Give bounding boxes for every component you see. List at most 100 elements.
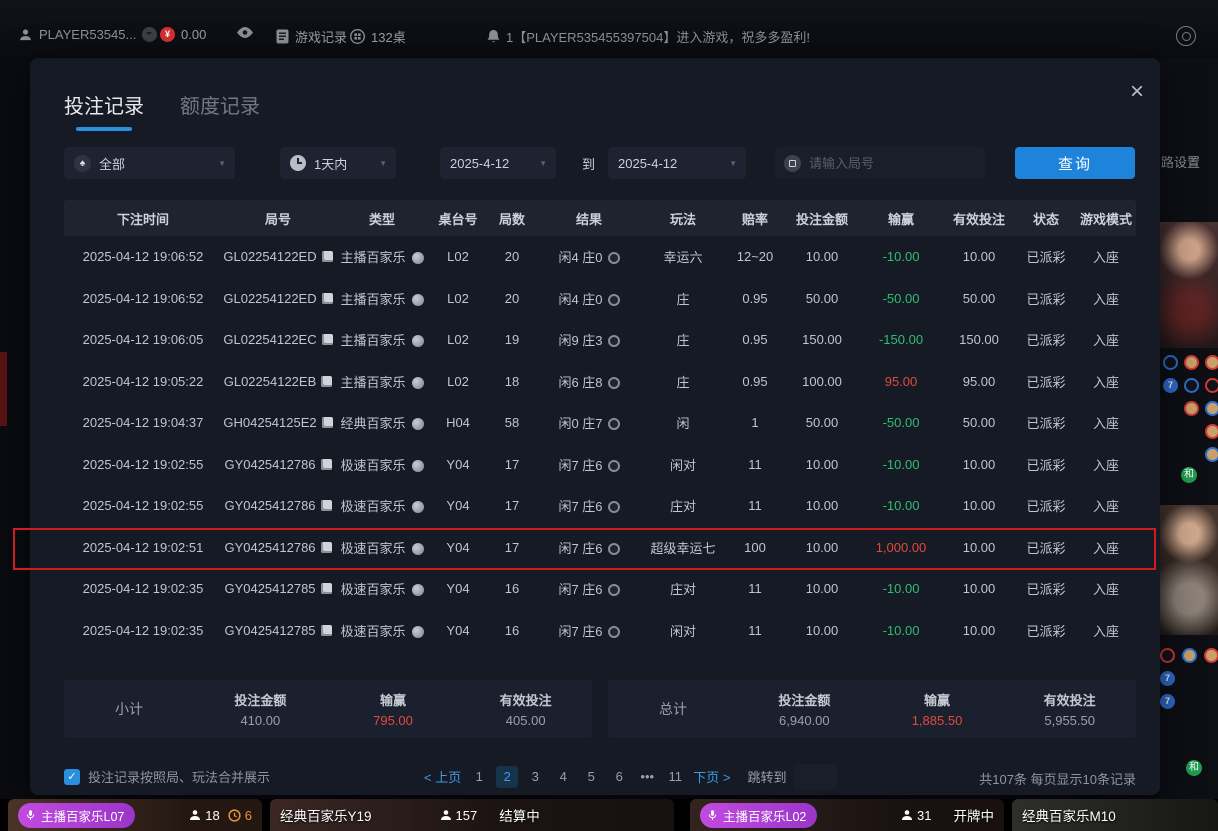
- total-winloss-label: 输赢: [871, 690, 1004, 709]
- page-button[interactable]: 4: [552, 766, 574, 788]
- copy-icon[interactable]: [321, 376, 332, 387]
- result-info-icon[interactable]: [608, 294, 620, 306]
- copy-icon[interactable]: [321, 542, 332, 553]
- game-records-label: 游戏记录: [295, 27, 347, 46]
- cell-game-mode: 入座: [1076, 247, 1136, 266]
- copy-icon[interactable]: [321, 583, 332, 594]
- road-bead-icon: [1205, 355, 1218, 370]
- balance-display[interactable]: ¥ 0.00: [160, 27, 206, 42]
- next-page-button[interactable]: 下页 >: [693, 767, 730, 786]
- cell-odds: 11: [726, 457, 784, 472]
- user-menu[interactable]: PLAYER53545...: [18, 27, 157, 42]
- result-info-icon[interactable]: [608, 460, 620, 472]
- prev-page-button[interactable]: < 上页: [424, 767, 461, 786]
- cell-round-id: GY0425412785: [222, 581, 334, 596]
- dealer-video-thumbnail[interactable]: [1160, 505, 1218, 635]
- cell-play-type: 幸运六: [640, 247, 726, 266]
- copy-icon[interactable]: [321, 625, 332, 636]
- close-icon[interactable]: ×: [1130, 80, 1144, 104]
- time-range-value: 1天内: [314, 154, 347, 173]
- cell-result: 闲0 庄7: [538, 413, 640, 432]
- date-to-picker[interactable]: 2025-4-12 ▼: [608, 147, 746, 179]
- result-info-icon[interactable]: [608, 418, 620, 430]
- page-button[interactable]: 5: [580, 766, 602, 788]
- video-tile-classic-baccarat-Y19[interactable]: 经典百家乐Y19 157 结算中: [270, 799, 674, 831]
- cell-valid-bet: 50.00: [942, 415, 1016, 430]
- column-header: 桌台号: [430, 209, 486, 228]
- cell-odds: 0.95: [726, 291, 784, 306]
- query-button[interactable]: 查询: [1015, 147, 1135, 179]
- copy-icon[interactable]: [322, 417, 333, 428]
- cell-win-loss: -50.00: [860, 415, 942, 430]
- result-info-icon[interactable]: [608, 252, 620, 264]
- result-info-icon[interactable]: [608, 501, 620, 513]
- pagination: < 上页 123456•••11 下页 > 跳转到: [424, 764, 837, 789]
- merge-checkbox[interactable]: ✓: [64, 769, 80, 785]
- subtotal-label: 小计: [64, 699, 194, 719]
- copy-icon[interactable]: [321, 500, 332, 511]
- game-type-select[interactable]: ♠ 全部 ▼: [64, 147, 235, 179]
- cell-round-no: 20: [486, 291, 538, 306]
- left-edge-graphic: [0, 352, 7, 426]
- result-info-icon[interactable]: [608, 543, 620, 555]
- cell-game-mode: 入座: [1076, 372, 1136, 391]
- page-button[interactable]: 6: [608, 766, 630, 788]
- cell-odds: 11: [726, 498, 784, 513]
- result-info-icon[interactable]: [608, 377, 620, 389]
- video-tile-classic-baccarat-M10[interactable]: 经典百家乐M10: [1012, 799, 1218, 831]
- game-records-button[interactable]: 游戏记录: [276, 27, 347, 46]
- tab-bet-records[interactable]: 投注记录: [64, 90, 144, 131]
- cell-game-type: 极速百家乐: [334, 579, 430, 598]
- cell-bet-time: 2025-04-12 19:06:05: [64, 332, 222, 347]
- copy-icon[interactable]: [321, 459, 332, 470]
- result-info-icon[interactable]: [608, 584, 620, 596]
- table-row: 2025-04-12 19:05:22 GL02254122EB 主播百家乐 L…: [64, 361, 1136, 403]
- live-badge-icon: [412, 377, 424, 389]
- cell-odds: 12~20: [726, 249, 784, 264]
- result-info-icon[interactable]: [608, 626, 620, 638]
- support-button[interactable]: [1176, 26, 1196, 46]
- total-amount: 6,940.00: [738, 713, 871, 728]
- cell-bet-amount: 10.00: [784, 540, 860, 555]
- page-button[interactable]: 2: [496, 766, 518, 788]
- cell-result: 闲7 庄6: [538, 621, 640, 640]
- page-button[interactable]: 1: [468, 766, 490, 788]
- cell-odds: 11: [726, 581, 784, 596]
- cell-status: 已派彩: [1016, 496, 1076, 515]
- result-info-icon[interactable]: [608, 335, 620, 347]
- road-bead-icon: [1184, 355, 1199, 370]
- cell-game-type: 主播百家乐: [334, 330, 430, 349]
- total-box: 总计 投注金额6,940.00 输赢1,885.50 有效投注5,955.50: [608, 680, 1136, 738]
- column-header: 投注金额: [784, 209, 860, 228]
- table-count-label: 132桌: [371, 27, 406, 46]
- table-count-button[interactable]: 132桌: [350, 27, 406, 46]
- table-row: 2025-04-12 19:06:52 GL02254122ED 主播百家乐 L…: [64, 236, 1136, 278]
- cell-round-id: GH04254125E2: [222, 415, 334, 430]
- jump-page-input[interactable]: [793, 764, 837, 789]
- road-settings-button[interactable]: 路设置: [1161, 152, 1218, 171]
- road-bead-icon: [1205, 401, 1218, 416]
- page-button[interactable]: 3: [524, 766, 546, 788]
- mic-icon: [25, 809, 36, 821]
- cell-round-no: 16: [486, 623, 538, 638]
- round-number-input[interactable]: [775, 147, 985, 179]
- records-icon: [276, 29, 289, 44]
- dealer-video-thumbnail[interactable]: [1160, 222, 1218, 348]
- page-button[interactable]: 11: [664, 766, 686, 788]
- time-range-select[interactable]: 1天内 ▼: [280, 147, 396, 179]
- date-from-picker[interactable]: 2025-4-12 ▼: [440, 147, 556, 179]
- live-badge-icon: [412, 294, 424, 306]
- toggle-balance-visibility[interactable]: [236, 27, 254, 38]
- copy-icon[interactable]: [322, 293, 333, 304]
- copy-icon[interactable]: [322, 251, 333, 262]
- page-button[interactable]: •••: [636, 766, 658, 788]
- table-row: 2025-04-12 19:02:55 GY0425412786 极速百家乐 Y…: [64, 485, 1136, 527]
- tab-quota-records[interactable]: 额度记录: [180, 90, 260, 131]
- notifications[interactable]: 1【PLAYER535455397504】进入游戏，祝多多盈利!: [487, 27, 810, 46]
- copy-icon[interactable]: [322, 334, 333, 345]
- cell-result: 闲7 庄6: [538, 455, 640, 474]
- video-tile-live-baccarat-L02[interactable]: 主播百家乐L02 31 开牌中: [690, 799, 1004, 831]
- cell-game-type: 主播百家乐: [334, 372, 430, 391]
- video-tile-live-baccarat-L07[interactable]: 主播百家乐L07 18 6: [8, 799, 262, 831]
- cell-status: 已派彩: [1016, 579, 1076, 598]
